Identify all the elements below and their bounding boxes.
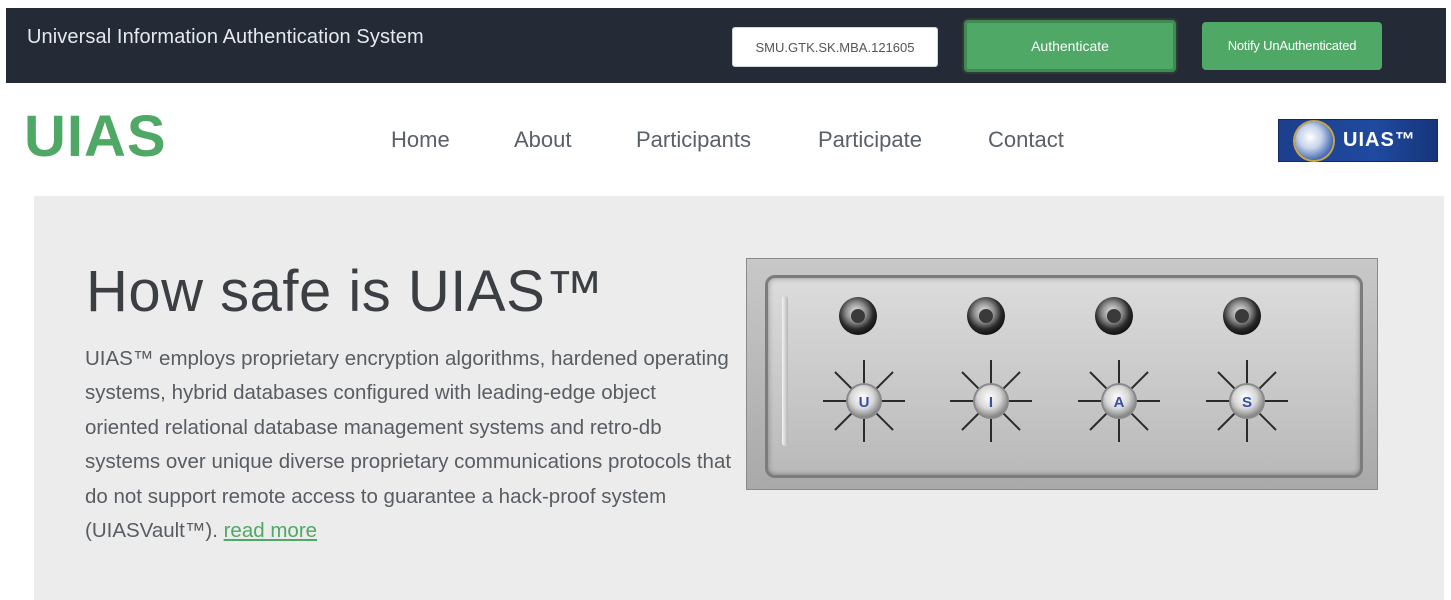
notify-unauthenticated-button[interactable]: Notify UnAuthenticated (1202, 22, 1382, 70)
dial-a: A (1078, 360, 1160, 442)
dial-letter-s: S (1242, 394, 1252, 411)
hero-body-text: UIAS™ employs proprietary encryption alg… (85, 347, 732, 543)
main-nav: UIAS Home About Participants Participate… (0, 83, 1451, 196)
uias-logo-badge: UIAS™ (1278, 119, 1438, 162)
code-input[interactable] (732, 27, 938, 67)
nav-participants[interactable]: Participants (636, 127, 751, 153)
dial-u: U (823, 360, 905, 442)
brand-logo-text[interactable]: UIAS (24, 103, 167, 170)
system-title: Universal Information Authentication Sys… (27, 26, 424, 48)
nav-about[interactable]: About (514, 127, 572, 153)
nav-home[interactable]: Home (391, 127, 450, 153)
dial-i: I (950, 360, 1032, 442)
knob-2 (967, 297, 1005, 335)
nav-participate[interactable]: Participate (818, 127, 922, 153)
dial-letter-i: I (989, 394, 993, 411)
dial-letter-u: U (859, 394, 870, 411)
nav-contact[interactable]: Contact (988, 127, 1064, 153)
hero-title: How safe is UIAS™ (86, 259, 604, 324)
top-bar: Universal Information Authentication Sys… (6, 8, 1446, 83)
logo-badge-text: UIAS™ (1343, 129, 1416, 151)
knob-1 (839, 297, 877, 335)
knob-4 (1223, 297, 1261, 335)
read-more-link[interactable]: read more (224, 519, 317, 542)
vault-dials: U I A S (823, 297, 1288, 442)
authenticate-button[interactable]: Authenticate (964, 20, 1176, 72)
vault-image: U I A S (746, 258, 1378, 490)
dial-s: S (1206, 360, 1288, 442)
vault-panel: U I A S (765, 275, 1363, 478)
knob-3 (1095, 297, 1133, 335)
hero-body: UIAS™ employs proprietary encryption alg… (85, 342, 735, 548)
hero-section: How safe is UIAS™ UIAS™ employs propriet… (34, 196, 1444, 600)
dial-letter-a: A (1114, 394, 1125, 411)
globe-icon (1295, 122, 1333, 160)
